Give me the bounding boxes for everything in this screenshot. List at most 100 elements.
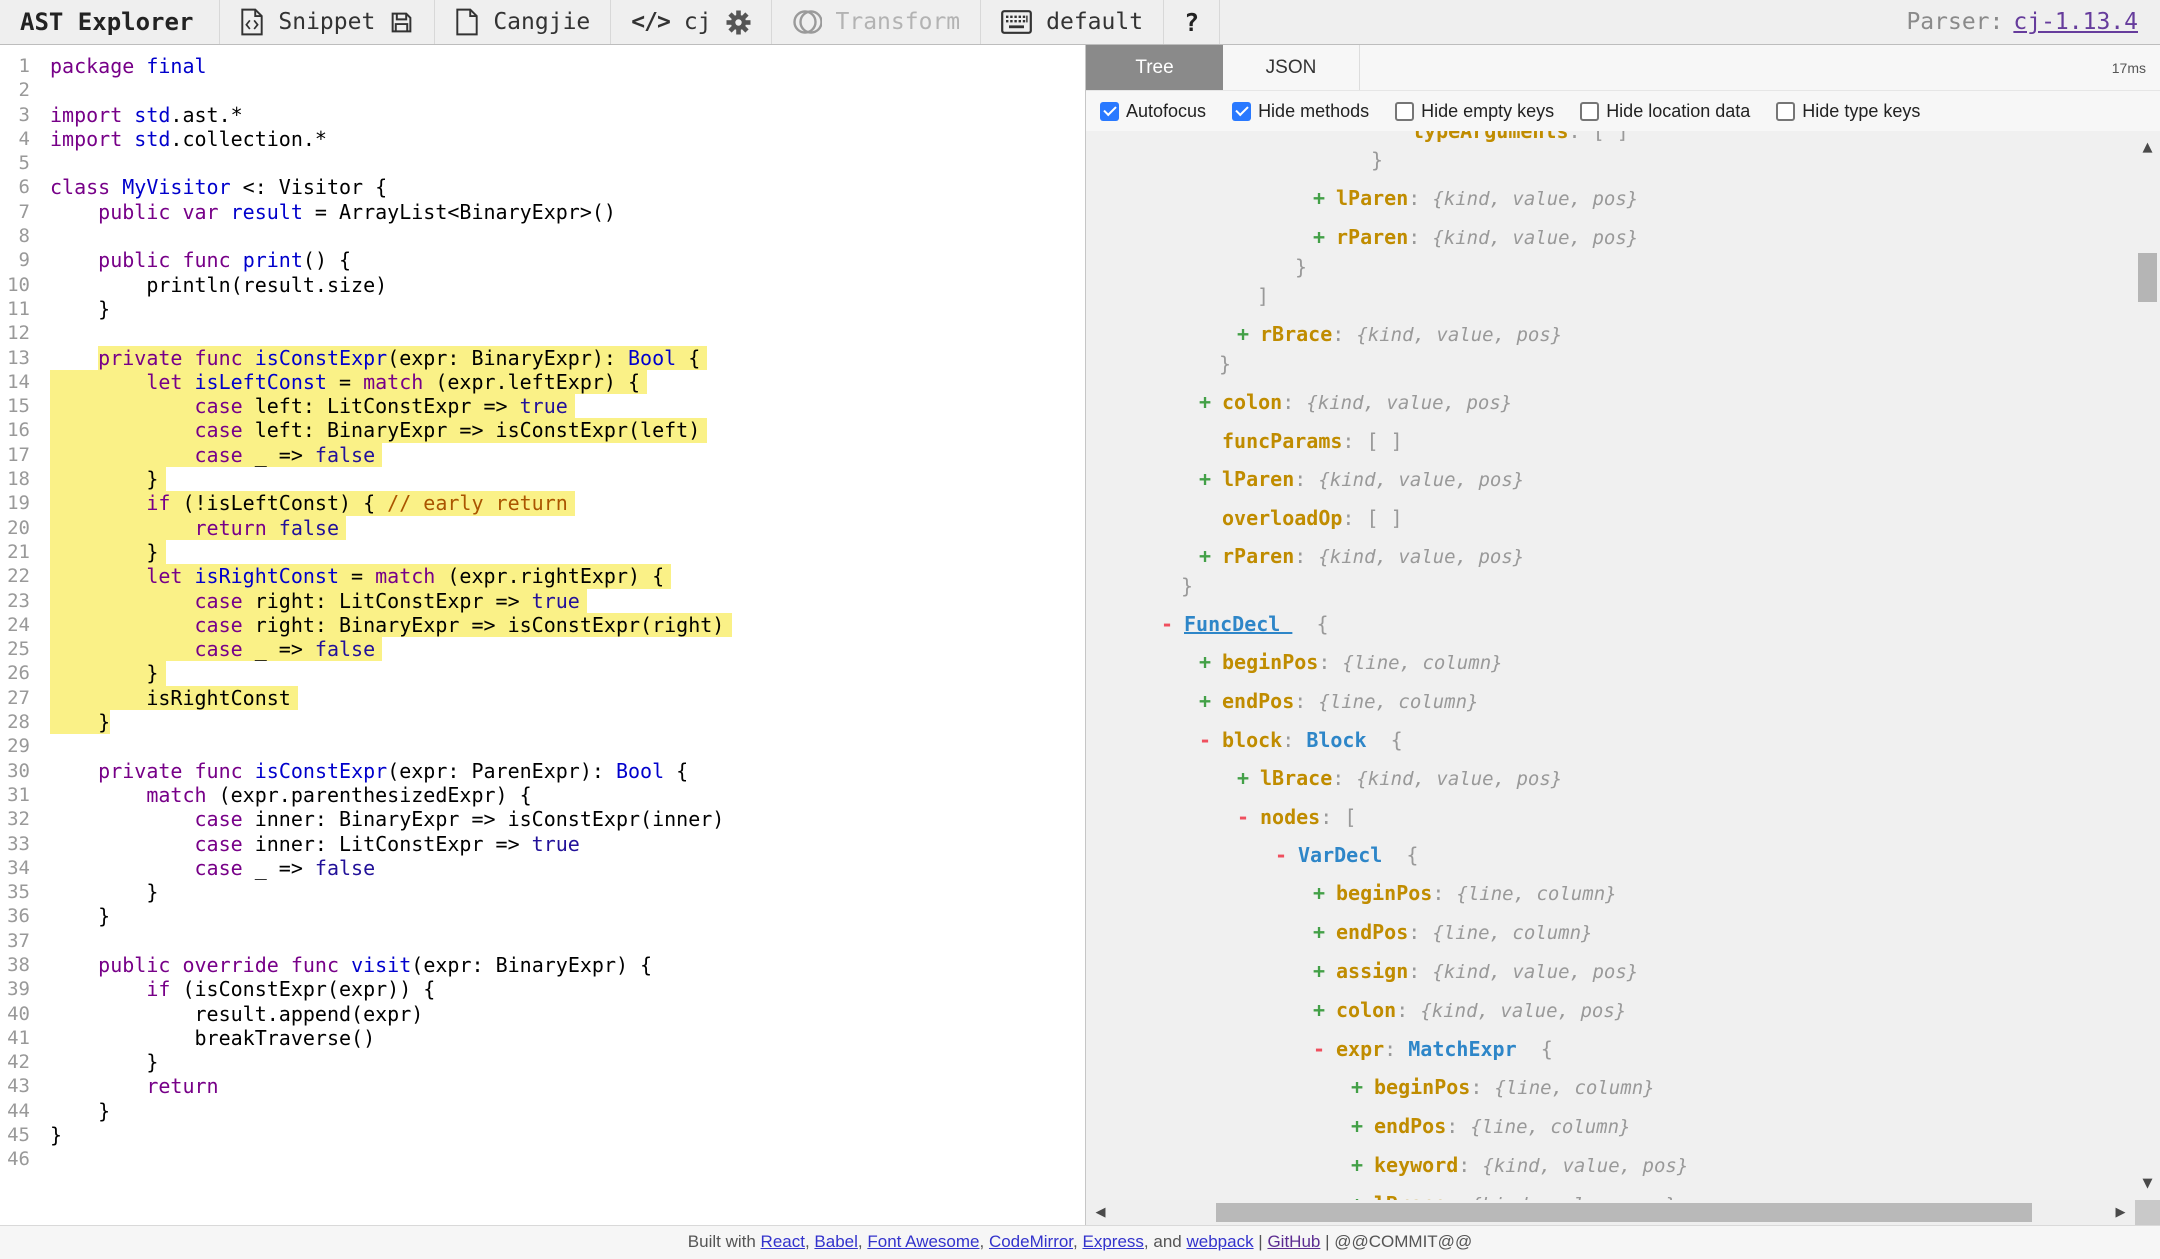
tree-node-row[interactable]: +assign: {kind, value, pos} — [1086, 959, 1688, 984]
tab-json[interactable]: JSON — [1223, 45, 1360, 90]
language-button[interactable]: cj — [684, 9, 712, 35]
tree-node-row[interactable]: -FuncDecl { — [1086, 612, 1688, 636]
expand-icon[interactable]: + — [1313, 998, 1336, 1022]
collapse-icon[interactable]: - — [1275, 843, 1298, 867]
tree-node-row[interactable]: +lBrace: {kind, value, pos} — [1086, 766, 1688, 791]
node-type-link[interactable]: MatchExpr — [1408, 1037, 1516, 1061]
toggle-off-icon[interactable] — [792, 8, 822, 36]
tab-tree[interactable]: Tree — [1086, 45, 1223, 90]
node-type-link[interactable]: VarDecl — [1298, 843, 1382, 867]
help-button[interactable]: ? — [1184, 8, 1199, 37]
code-text: let isRightConst = match (expr.rightExpr… — [30, 564, 664, 588]
expand-icon[interactable]: + — [1199, 650, 1222, 674]
tree-node-row[interactable]: +lParen: {kind, value, pos} — [1086, 186, 1688, 211]
expand-icon[interactable]: + — [1237, 322, 1260, 346]
tree-node-row[interactable]: +rParen: {kind, value, pos} — [1086, 225, 1688, 250]
footer-text: | — [1254, 1232, 1268, 1251]
expand-icon[interactable]: + — [1313, 959, 1336, 983]
collapse-icon[interactable]: - — [1313, 1037, 1336, 1061]
tree-key: block — [1222, 728, 1282, 752]
tree-node-row[interactable]: +beginPos: {line, column} — [1086, 881, 1688, 906]
expand-icon[interactable]: + — [1351, 1075, 1374, 1099]
footer-text: , — [805, 1232, 814, 1251]
node-type-link[interactable]: Block — [1306, 728, 1366, 752]
checkbox-icon[interactable] — [1395, 102, 1414, 121]
line-number: 38 — [0, 953, 30, 977]
expand-icon[interactable]: + — [1199, 390, 1222, 414]
expand-icon[interactable]: + — [1313, 881, 1336, 905]
tree-node-row[interactable]: +endPos: {line, column} — [1086, 689, 1688, 714]
tree-node-row[interactable]: -block: Block { — [1086, 728, 1688, 752]
footer-link[interactable]: GitHub — [1267, 1232, 1320, 1251]
tree-colon: : — [1446, 1192, 1470, 1200]
tree-node-row[interactable]: +beginPos: {line, column} — [1086, 650, 1688, 675]
collapse-icon[interactable]: - — [1237, 805, 1260, 829]
footer-link[interactable]: CodeMirror — [989, 1232, 1073, 1251]
vertical-scrollbar-thumb[interactable] — [2138, 253, 2157, 302]
horizontal-scrollbar-thumb[interactable] — [1216, 1203, 2032, 1222]
line-number: 31 — [0, 783, 30, 807]
option-autofocus[interactable]: Autofocus — [1100, 101, 1206, 122]
tree-node-row[interactable]: -nodes: [ — [1086, 805, 1688, 829]
code-line: 9 public func print() { — [0, 248, 1085, 272]
expand-icon[interactable]: + — [1313, 920, 1336, 944]
collapse-icon[interactable]: - — [1161, 612, 1184, 636]
line-number: 46 — [0, 1147, 30, 1171]
expand-icon[interactable]: + — [1313, 225, 1336, 249]
tree-node-row[interactable]: +lBrace: {kind, value, pos} — [1086, 1192, 1688, 1200]
tree-node-row[interactable]: +rParen: {kind, value, pos} — [1086, 544, 1688, 569]
checkbox-icon[interactable] — [1580, 102, 1599, 121]
footer-link[interactable]: Font Awesome — [867, 1232, 979, 1251]
parser-version-link[interactable]: cj-1.13.4 — [2013, 9, 2138, 35]
code-text: case right: BinaryExpr => isConstExpr(ri… — [30, 613, 724, 637]
expand-icon[interactable]: + — [1199, 689, 1222, 713]
code-line: 11 } — [0, 297, 1085, 321]
tree-node-row[interactable]: +lParen: {kind, value, pos} — [1086, 467, 1688, 492]
footer-link[interactable]: webpack — [1186, 1232, 1253, 1251]
tree-node-row[interactable]: +beginPos: {line, column} — [1086, 1075, 1688, 1100]
option-hide-location-data[interactable]: Hide location data — [1580, 101, 1750, 122]
tree-node-row[interactable]: +colon: {kind, value, pos} — [1086, 998, 1688, 1023]
scroll-down-icon[interactable]: ▼ — [2135, 1171, 2160, 1196]
expand-icon[interactable]: + — [1313, 186, 1336, 210]
code-editor[interactable]: 1package final23import std.ast.*4import … — [0, 45, 1086, 1225]
checkbox-icon[interactable] — [1100, 102, 1119, 121]
option-hide-empty-keys[interactable]: Hide empty keys — [1395, 101, 1554, 122]
tree-node-row[interactable]: -expr: MatchExpr { — [1086, 1037, 1688, 1061]
scroll-left-icon[interactable]: ◀ — [1088, 1200, 1113, 1225]
footer-link[interactable]: Express — [1083, 1232, 1144, 1251]
footer-link[interactable]: React — [761, 1232, 805, 1251]
category-button[interactable]: Cangjie — [493, 9, 590, 35]
expand-icon[interactable]: + — [1351, 1153, 1374, 1177]
scroll-up-icon[interactable]: ▲ — [2135, 135, 2160, 160]
expand-icon[interactable]: + — [1199, 467, 1222, 491]
tree-node-row[interactable]: +colon: {kind, value, pos} — [1086, 390, 1688, 415]
save-icon[interactable] — [389, 10, 414, 35]
checkbox-icon[interactable] — [1232, 102, 1251, 121]
tree-value-preview: {line, column} — [1432, 922, 1592, 944]
scroll-right-icon[interactable]: ▶ — [2108, 1200, 2133, 1225]
option-hide-type-keys[interactable]: Hide type keys — [1776, 101, 1920, 122]
snippet-button[interactable]: Snippet — [278, 9, 375, 35]
checkbox-icon[interactable] — [1776, 102, 1795, 121]
expand-icon[interactable]: + — [1237, 766, 1260, 790]
node-type-link[interactable]: FuncDecl — [1184, 612, 1292, 636]
tree-node-row[interactable]: -VarDecl { — [1086, 843, 1688, 867]
keymap-button[interactable]: default — [1046, 9, 1143, 35]
option-hide-methods[interactable]: Hide methods — [1232, 101, 1369, 122]
tree-node-row[interactable]: +endPos: {line, column} — [1086, 1114, 1688, 1139]
footer-link[interactable]: Babel — [814, 1232, 857, 1251]
expand-icon[interactable]: + — [1351, 1192, 1374, 1200]
gear-icon[interactable] — [726, 10, 751, 35]
tree-node-row[interactable]: +endPos: {line, column} — [1086, 920, 1688, 945]
tree-node-row[interactable]: +keyword: {kind, value, pos} — [1086, 1153, 1688, 1178]
code-text — [30, 321, 50, 345]
tree-colon: : — [1342, 429, 1366, 453]
vertical-scrollbar[interactable]: ▲ ▼ — [2135, 131, 2160, 1200]
expand-icon[interactable]: + — [1199, 544, 1222, 568]
expand-icon[interactable]: + — [1351, 1114, 1374, 1138]
transform-button[interactable]: Transform — [836, 9, 961, 35]
horizontal-scrollbar[interactable]: ◀ ▶ — [1086, 1200, 2160, 1225]
collapse-icon[interactable]: - — [1199, 728, 1222, 752]
tree-node-row[interactable]: +rBrace: {kind, value, pos} — [1086, 322, 1688, 347]
